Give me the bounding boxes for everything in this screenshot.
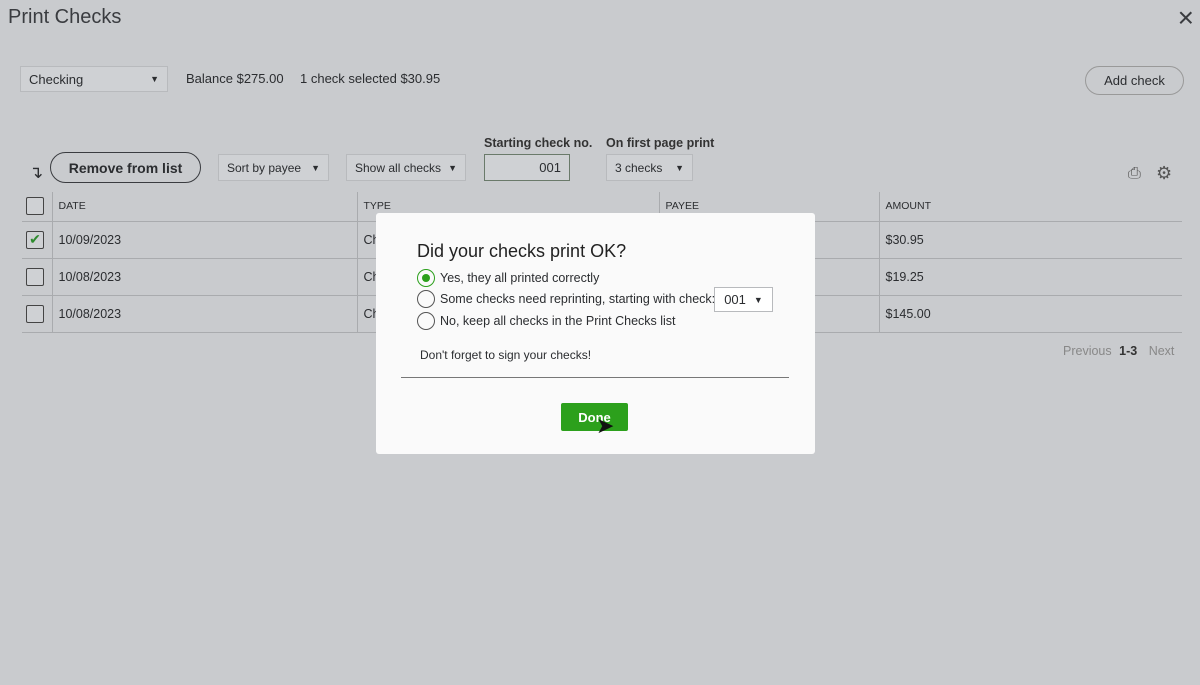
sort-value: Sort by payee — [227, 160, 302, 175]
selection-summary: 1 check selected $30.95 — [300, 71, 441, 86]
close-icon[interactable]: × — [1178, 2, 1194, 34]
option-label: Some checks need reprinting, starting wi… — [440, 292, 716, 306]
first-page-label: On first page print — [606, 136, 715, 150]
radio-selected[interactable] — [417, 269, 435, 287]
starting-check-input[interactable]: 001 — [484, 154, 570, 181]
pagination: Previous 1-3 Next — [1063, 344, 1174, 358]
print-confirmation-dialog: Did your checks print OK? Yes, they all … — [376, 213, 815, 454]
printer-icon[interactable]: ⎙ — [1128, 165, 1141, 183]
gear-icon[interactable]: ⚙ — [1156, 163, 1172, 184]
first-page-select[interactable]: 3 checks ▼ — [606, 154, 693, 181]
next-link[interactable]: Next — [1149, 344, 1175, 358]
cursor-icon: ➤ — [596, 413, 615, 438]
reprint-check-select[interactable]: 001 ▼ — [714, 287, 773, 312]
divider — [401, 377, 789, 378]
row-amount: $19.25 — [878, 258, 1182, 296]
option-keep-all[interactable]: No, keep all checks in the Print Checks … — [417, 312, 676, 330]
chevron-down-icon: ▼ — [311, 162, 320, 173]
sort-select[interactable]: Sort by payee ▼ — [218, 154, 329, 181]
row-amount: $30.95 — [878, 221, 1182, 259]
chevron-down-icon: ▼ — [448, 162, 457, 173]
done-button[interactable]: Done — [561, 403, 628, 431]
row-checkbox[interactable] — [26, 267, 44, 286]
page-range: 1-3 — [1119, 344, 1138, 358]
reprint-value: 001 — [724, 292, 746, 307]
radio[interactable] — [417, 312, 435, 330]
option-all-printed[interactable]: Yes, they all printed correctly — [417, 269, 599, 287]
column-date[interactable]: DATE — [51, 192, 357, 222]
sign-reminder: Don't forget to sign your checks! — [420, 348, 592, 362]
row-amount: $145.00 — [878, 295, 1182, 333]
radio[interactable] — [417, 290, 435, 308]
row-checkbox[interactable]: ✔ — [26, 230, 44, 249]
option-label: Yes, they all printed correctly — [440, 271, 600, 285]
sort-arrow-icon: ↴ — [29, 163, 44, 182]
first-page-value: 3 checks — [615, 160, 663, 175]
row-date: 10/09/2023 — [51, 221, 357, 259]
dialog-title: Did your checks print OK? — [417, 241, 627, 261]
account-value: Checking — [29, 71, 84, 87]
chevron-down-icon: ▼ — [675, 162, 684, 173]
starting-check-label: Starting check no. — [484, 136, 593, 150]
option-reprint[interactable]: Some checks need reprinting, starting wi… — [417, 290, 715, 308]
filter-select[interactable]: Show all checks ▼ — [346, 154, 466, 181]
chevron-down-icon: ▼ — [753, 294, 763, 305]
previous-link[interactable]: Previous — [1063, 344, 1112, 358]
row-checkbox[interactable] — [26, 304, 44, 323]
add-check-button[interactable]: Add check — [1085, 66, 1184, 95]
filter-value: Show all checks — [355, 160, 442, 175]
remove-from-list-button[interactable]: Remove from list — [50, 152, 201, 183]
row-date: 10/08/2023 — [51, 295, 357, 333]
column-amount[interactable]: AMOUNT — [878, 192, 1182, 222]
page-title: Print Checks — [8, 6, 122, 28]
account-select[interactable]: Checking ▼ — [20, 66, 168, 92]
option-label: No, keep all checks in the Print Checks … — [440, 314, 676, 328]
row-date: 10/08/2023 — [51, 258, 357, 296]
balance: Balance $275.00 — [186, 71, 284, 86]
chevron-down-icon: ▼ — [150, 74, 159, 84]
select-all-checkbox[interactable] — [26, 197, 44, 216]
